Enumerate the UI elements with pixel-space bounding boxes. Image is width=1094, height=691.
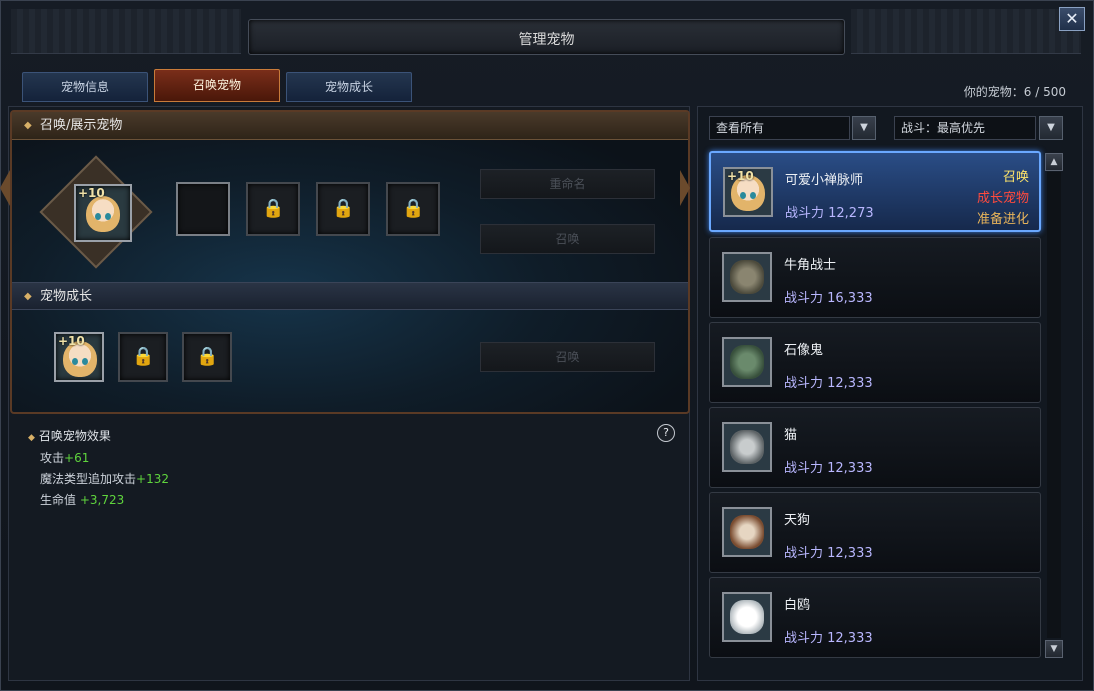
triangle-down-icon[interactable]: ▼ <box>852 116 876 140</box>
pet-power: 战斗力 12,333 <box>784 461 873 476</box>
growth-section-header: ◆ 宠物成长 <box>12 282 688 310</box>
dog-portrait <box>730 515 764 549</box>
pet-name: 可爱小禅脉师 <box>785 173 864 188</box>
tab-summon-pet[interactable]: 召唤宠物 <box>154 69 280 102</box>
lock-icon: 🔒 <box>262 198 285 219</box>
pet-level-badge: +10 <box>727 169 754 183</box>
triangle-up-icon: ▲ <box>1050 157 1058 167</box>
status-badge-summoned: 召唤 <box>1002 170 1029 185</box>
summon-section-header: ◆ 召唤/展示宠物 <box>12 112 688 140</box>
tab-pet-info[interactable]: 宠物信息 <box>22 72 148 102</box>
pet-power: 战斗力 12,333 <box>784 546 873 561</box>
cat-portrait <box>730 430 764 464</box>
summon-section-title: 召唤/展示宠物 <box>40 118 123 133</box>
pet-name: 牛角战士 <box>784 258 837 273</box>
pet-thumbnail <box>722 507 772 557</box>
growth-pet-slot[interactable]: +10 <box>54 332 104 382</box>
scroll-down-button[interactable]: ▼ <box>1045 640 1063 658</box>
pet-list-item[interactable]: 天狗 战斗力 12,333 <box>709 492 1041 573</box>
diamond-icon: ◆ <box>24 120 32 131</box>
pet-name: 天狗 <box>784 513 811 528</box>
diamond-icon: ◆ <box>28 433 35 443</box>
pet-count: 你的宠物：6 / 500 <box>963 85 1066 99</box>
rename-button[interactable]: 重命名 <box>480 169 655 199</box>
summon-effects: ◆ 召唤宠物效果 攻击+61 魔法类型追加攻击+132 生命值 +3,723 <box>28 427 169 511</box>
effect-row: 魔法类型追加攻击+132 <box>40 472 169 486</box>
pet-thumbnail <box>722 252 772 302</box>
effect-row: 攻击+61 <box>40 451 90 465</box>
triangle-down-icon[interactable]: ▼ <box>1039 116 1063 140</box>
growth-summon-button[interactable]: 召唤 <box>480 342 655 372</box>
scroll-up-button[interactable]: ▲ <box>1045 153 1063 171</box>
growth-section-title: 宠物成长 <box>40 289 93 304</box>
pet-thumbnail: +10 <box>723 167 773 217</box>
summon-button[interactable]: 召唤 <box>480 224 655 254</box>
tab-bar: 宠物信息 召唤宠物 宠物成长 <box>22 69 412 102</box>
status-badge-growth: 成长宠物 <box>976 191 1029 206</box>
pet-list-item[interactable]: 猫 战斗力 12,333 <box>709 407 1041 488</box>
effect-row: 生命值 +3,723 <box>40 493 125 507</box>
close-button[interactable]: ✕ <box>1059 7 1085 31</box>
sort-dropdown[interactable]: 战斗：最高优先 <box>894 116 1036 140</box>
pet-list-item[interactable]: 牛角战士 战斗力 16,333 <box>709 237 1041 318</box>
pet-name: 猫 <box>784 428 798 443</box>
scrollbar-track[interactable] <box>1047 172 1061 638</box>
pet-power: 战斗力 16,333 <box>784 291 873 306</box>
tab-pet-growth[interactable]: 宠物成长 <box>286 72 412 102</box>
pet-list-item[interactable]: 石像鬼 战斗力 12,333 <box>709 322 1041 403</box>
growth-slot-locked: 🔒 <box>182 332 232 382</box>
summon-area: ◆ 召唤/展示宠物 +10 🔒 🔒 🔒 重命名 召唤 ◆ 宠物成长 +10 🔒 … <box>0 110 690 414</box>
pet-power: 战斗力 12,273 <box>785 206 874 221</box>
view-filter-dropdown[interactable]: 查看所有 <box>709 116 850 140</box>
lock-icon: 🔒 <box>196 346 219 367</box>
question-icon[interactable]: ? <box>657 424 675 442</box>
display-slot-empty[interactable] <box>176 182 230 236</box>
window-title: 管理宠物 <box>518 32 575 48</box>
minotaur-portrait <box>730 260 764 294</box>
summoned-pet-slot[interactable]: +10 <box>74 184 132 242</box>
growth-slot-locked: 🔒 <box>118 332 168 382</box>
display-slot-locked: 🔒 <box>316 182 370 236</box>
close-icon: ✕ <box>1065 9 1079 28</box>
lock-icon: 🔒 <box>132 346 155 367</box>
gargoyle-portrait <box>730 345 764 379</box>
pet-power: 战斗力 12,333 <box>784 376 873 391</box>
triangle-down-icon: ▼ <box>1050 644 1058 654</box>
display-slot-locked: 🔒 <box>246 182 300 236</box>
pet-level-badge: +10 <box>58 334 85 348</box>
status-badge-evolve: 准备进化 <box>976 212 1029 227</box>
pet-thumbnail <box>722 422 772 472</box>
left-edge-arrow-icon <box>0 170 10 206</box>
pet-portrait <box>86 196 120 232</box>
pet-thumbnail <box>722 337 772 387</box>
lock-icon: 🔒 <box>402 198 425 219</box>
header-ornament-right <box>851 9 1081 54</box>
title-bar: 管理宠物 <box>248 19 845 55</box>
diamond-icon: ◆ <box>24 291 32 302</box>
pet-list-item[interactable]: 白鸥 战斗力 12,333 <box>709 577 1041 658</box>
pet-list-item[interactable]: +10 可爱小禅脉师 战斗力 12,273 召唤 成长宠物 准备进化 <box>709 151 1041 232</box>
effects-title: ◆ 召唤宠物效果 <box>28 429 111 443</box>
header-ornament-left <box>11 9 241 54</box>
display-slot-locked: 🔒 <box>386 182 440 236</box>
pet-thumbnail <box>722 592 772 642</box>
right-edge-arrow-icon <box>680 170 690 206</box>
pet-power: 战斗力 12,333 <box>784 631 873 646</box>
pet-name: 白鸥 <box>784 598 811 613</box>
white-dog-portrait <box>730 600 764 634</box>
pet-name: 石像鬼 <box>784 343 824 358</box>
lock-icon: 🔒 <box>332 198 355 219</box>
pet-level-badge: +10 <box>78 186 105 200</box>
